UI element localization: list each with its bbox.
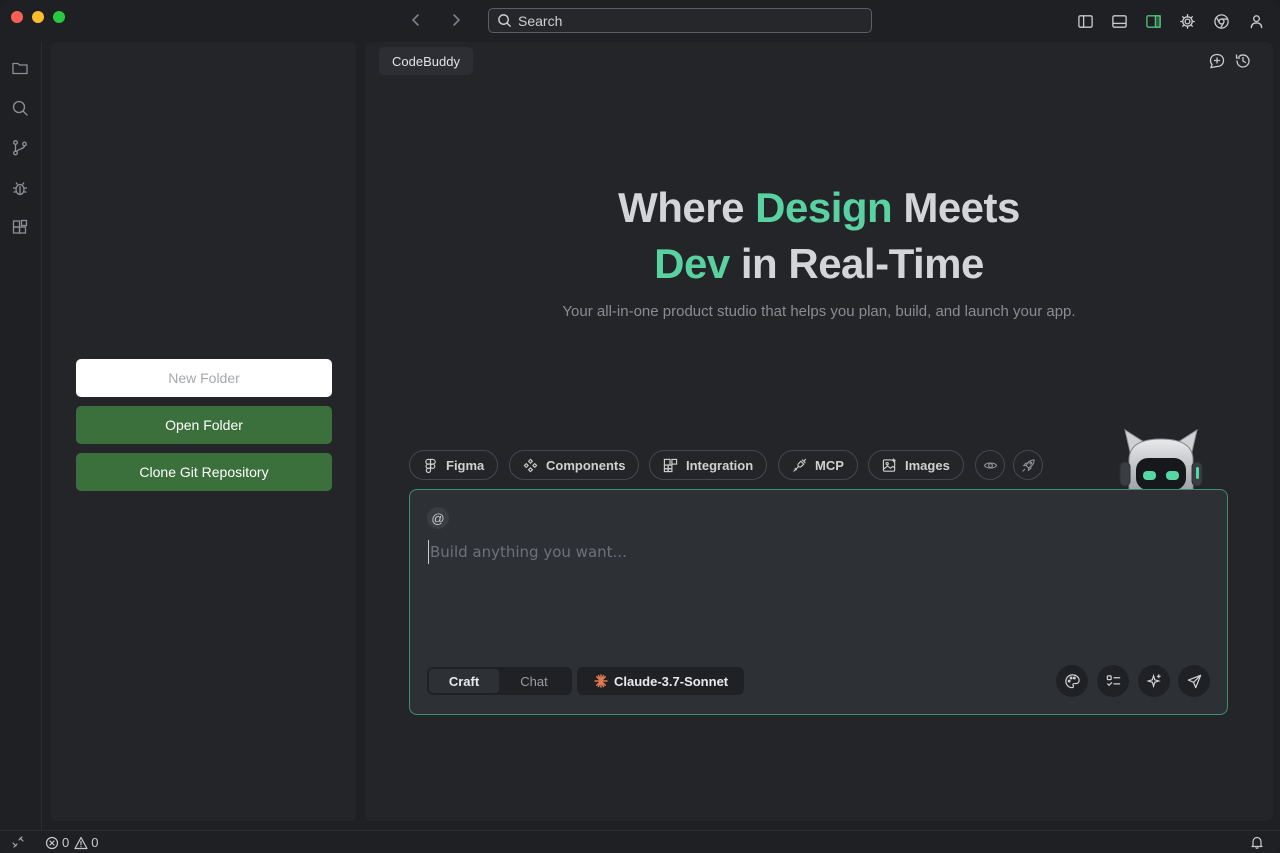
warning-count: 0	[91, 835, 99, 850]
mode-craft-button[interactable]: Craft	[429, 669, 499, 693]
preview-button[interactable]	[975, 450, 1005, 480]
prompt-input[interactable]	[428, 540, 1208, 564]
account-icon[interactable]	[1245, 10, 1267, 32]
sparkle-icon	[1145, 673, 1161, 688]
prompt-composer: @ Craft Chat Claude-3.7-Sonnet	[409, 489, 1228, 715]
send-button[interactable]	[1178, 665, 1210, 697]
plug-icon	[793, 458, 807, 472]
browser-icon[interactable]	[1210, 10, 1232, 32]
mode-chat-button[interactable]: Chat	[499, 669, 569, 693]
checklist-icon	[1106, 674, 1120, 686]
chip-figma[interactable]: Figma	[409, 450, 499, 480]
open-folder-button[interactable]: Open Folder	[76, 406, 332, 444]
history-icon[interactable]	[1234, 52, 1254, 72]
debug-bug-icon[interactable]	[11, 179, 31, 199]
back-arrow-icon[interactable]	[406, 10, 426, 30]
activity-bar	[0, 42, 42, 830]
hero-subtitle: Your all-in-one product studio that help…	[562, 303, 1076, 320]
toggle-secondary-sidebar-icon[interactable]	[1142, 10, 1164, 32]
model-name: Claude-3.7-Sonnet	[614, 673, 729, 689]
eye-icon	[983, 461, 997, 469]
model-selector[interactable]: Claude-3.7-Sonnet	[577, 667, 745, 695]
clone-git-repository-button[interactable]: Clone Git Repository	[76, 453, 332, 491]
status-bar: 0 0	[0, 830, 1280, 853]
palette-icon	[1064, 673, 1080, 688]
extensions-icon[interactable]	[11, 219, 31, 239]
search-icon[interactable]	[11, 99, 31, 119]
chip-mcp[interactable]: MCP	[778, 450, 858, 480]
explorer-sidebar: New Folder Open Folder Clone Git Reposit…	[51, 42, 356, 821]
problems-indicator[interactable]: 0 0	[45, 835, 103, 850]
enhance-prompt-button[interactable]	[1138, 665, 1170, 697]
chip-integration[interactable]: Integration	[649, 450, 768, 480]
toggle-primary-sidebar-icon[interactable]	[1074, 10, 1096, 32]
forward-arrow-icon[interactable]	[446, 10, 466, 30]
mention-button[interactable]: @	[427, 507, 449, 529]
chip-label: Figma	[446, 457, 485, 473]
send-icon	[1187, 674, 1201, 688]
chip-label: Images	[905, 457, 950, 473]
style-palette-button[interactable]	[1056, 665, 1088, 697]
deploy-button[interactable]	[1013, 450, 1043, 480]
mode-toggle: Craft Chat	[427, 667, 572, 695]
explorer-folder-icon[interactable]	[11, 59, 31, 79]
new-chat-icon[interactable]	[1208, 52, 1228, 72]
app-window: Search New Folder Open Folder Clone Git …	[0, 0, 1280, 853]
remote-connection-icon[interactable]	[11, 835, 25, 849]
tab-codebuddy[interactable]: CodeBuddy	[379, 47, 473, 75]
warning-icon	[74, 836, 88, 849]
hero-heading: Where Design Meets Dev in Real-Time	[365, 180, 1273, 292]
minimize-window-button[interactable]	[32, 11, 44, 23]
hero-text: in Real-Time	[729, 240, 984, 287]
close-window-button[interactable]	[11, 11, 23, 23]
claude-logo-icon	[594, 674, 608, 688]
toggle-panel-icon[interactable]	[1108, 10, 1130, 32]
codebuddy-panel: CodeBuddy Where Design Meets Dev in Real…	[365, 42, 1273, 821]
robot-cat-mascot-image	[1119, 428, 1203, 490]
maximize-window-button[interactable]	[53, 11, 65, 23]
search-icon	[498, 14, 511, 27]
gear-icon[interactable]	[1176, 10, 1198, 32]
search-placeholder: Search	[518, 12, 563, 29]
chip-label: MCP	[815, 457, 844, 473]
error-icon	[45, 836, 59, 849]
hero-accent-dev: Dev	[654, 240, 730, 287]
new-folder-button[interactable]: New Folder	[76, 359, 332, 397]
hero-text: Meets	[892, 184, 1020, 231]
error-count: 0	[62, 835, 70, 850]
chip-label: Components	[546, 457, 626, 473]
chip-images[interactable]: Images	[868, 450, 964, 480]
chip-components[interactable]: Components	[509, 450, 640, 480]
components-icon	[523, 458, 538, 472]
notifications-bell-icon[interactable]	[1250, 835, 1264, 849]
command-search-bar[interactable]: Search	[488, 8, 872, 33]
rocket-icon	[1021, 458, 1035, 472]
image-icon	[882, 457, 896, 472]
task-list-button[interactable]	[1097, 665, 1129, 697]
title-bar: Search	[0, 0, 1280, 42]
source-control-icon[interactable]	[11, 139, 31, 159]
hero-accent-design: Design	[755, 184, 893, 231]
integration-icon	[663, 458, 678, 472]
chip-label: Integration	[686, 457, 754, 473]
figma-icon	[425, 458, 436, 473]
hero-text: Where	[618, 184, 756, 231]
